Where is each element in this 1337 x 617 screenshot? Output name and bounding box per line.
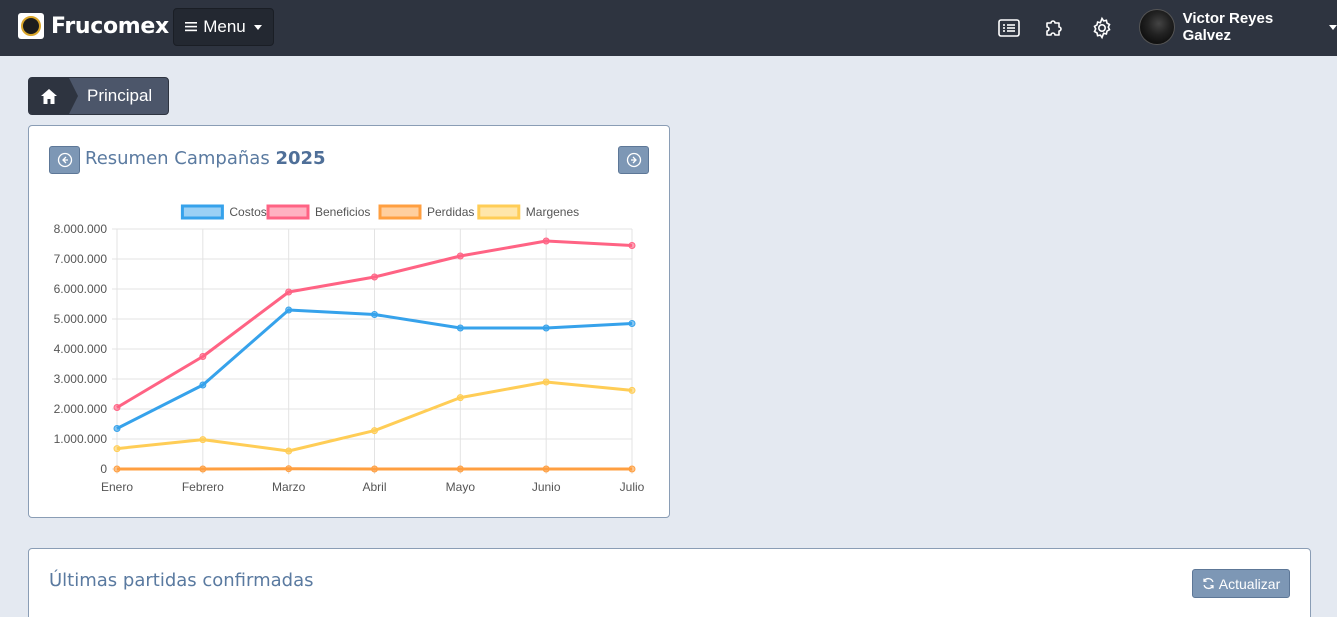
list-card-title: Últimas partidas confirmadas — [49, 570, 314, 591]
x-tick-label: Enero — [101, 480, 133, 494]
data-point — [113, 445, 121, 453]
y-tick-label: 3.000.000 — [54, 372, 108, 386]
y-tick-label: 4.000.000 — [54, 342, 108, 356]
home-icon[interactable] — [29, 78, 78, 114]
legend-swatch — [266, 204, 310, 220]
user-name: Victor Reyes Galvez — [1182, 10, 1274, 44]
x-tick-label: Julio — [620, 480, 645, 494]
avatar — [1139, 9, 1175, 45]
data-point — [199, 381, 207, 389]
top-navbar: Frucomex Menu Victor Reyes Galvez — [0, 0, 1337, 56]
data-point — [285, 288, 293, 296]
puzzle-icon[interactable] — [1043, 16, 1067, 40]
data-point — [542, 237, 550, 245]
data-point — [285, 465, 293, 473]
data-point — [113, 465, 121, 473]
data-point — [628, 386, 636, 394]
y-tick-label: 1.000.000 — [54, 432, 108, 446]
y-tick-label: 2.000.000 — [54, 402, 108, 416]
brand-logo-icon — [18, 13, 44, 39]
previous-year-button[interactable] — [49, 146, 80, 174]
data-point — [371, 465, 378, 473]
chart-title-text: Resumen Campañas — [85, 148, 270, 169]
brand-name: Frucomex — [51, 13, 169, 39]
menu-button[interactable]: Menu — [173, 8, 274, 46]
data-point — [628, 320, 636, 327]
chevron-down-icon — [253, 24, 262, 30]
x-tick-label: Febrero — [182, 480, 224, 494]
legend-label: Beneficios — [315, 205, 370, 219]
breadcrumb-current: Principal — [87, 86, 153, 105]
data-point — [456, 252, 464, 260]
data-point — [628, 242, 636, 249]
data-point — [542, 465, 550, 473]
legend-label: Costos — [229, 205, 266, 219]
data-point — [371, 273, 378, 281]
campaign-summary-card: Resumen Campañas 2025 8.000.000 7.000.000… — [28, 125, 670, 518]
data-point — [199, 436, 207, 444]
data-point — [456, 394, 464, 402]
breadcrumb: Principal — [28, 77, 169, 115]
data-point — [199, 465, 207, 473]
y-tick-label: 0 — [100, 462, 107, 476]
refresh-label: Actualizar — [1218, 575, 1281, 592]
legend-swatch — [378, 204, 422, 220]
data-point — [542, 378, 550, 386]
confirmed-shipments-card: Últimas partidas confirmadas Actualizar — [28, 548, 1311, 617]
data-point — [628, 465, 636, 473]
data-point — [542, 324, 550, 332]
x-tick-label: Mayo — [446, 480, 476, 494]
x-tick-label: Abril — [362, 480, 386, 494]
x-tick-label: Marzo — [272, 480, 306, 494]
user-menu[interactable]: Victor Reyes Galvez — [1139, 9, 1337, 45]
data-point — [371, 427, 378, 435]
chart-title-year: 2025 — [275, 148, 326, 169]
list-icon[interactable] — [997, 16, 1021, 40]
next-year-button[interactable] — [618, 146, 649, 174]
y-tick-label: 7.000.000 — [54, 252, 108, 266]
data-point — [456, 465, 464, 473]
y-tick-label: 6.000.000 — [54, 282, 108, 296]
data-point — [285, 447, 293, 455]
y-tick-label: 5.000.000 — [54, 312, 108, 326]
legend-swatch — [477, 204, 521, 220]
data-point — [113, 425, 121, 432]
data-point — [456, 324, 464, 332]
data-point — [371, 311, 378, 318]
arrow-right-circle-icon — [626, 152, 641, 168]
data-point — [199, 353, 207, 360]
brand[interactable]: Frucomex — [18, 13, 169, 39]
legend-label: Perdidas — [427, 205, 474, 219]
y-tick-label: 8.000.000 — [54, 222, 108, 236]
hamburger-icon — [185, 17, 198, 37]
chevron-down-icon — [1329, 24, 1337, 30]
refresh-icon — [1203, 577, 1214, 590]
arrow-left-circle-icon — [57, 152, 72, 168]
refresh-button[interactable]: Actualizar — [1192, 569, 1290, 598]
gear-icon[interactable] — [1090, 16, 1114, 40]
x-tick-label: Junio — [532, 480, 561, 494]
data-point — [113, 404, 121, 411]
legend-swatch — [180, 204, 224, 220]
chart-card-title: Resumen Campañas 2025 — [85, 148, 326, 169]
menu-label: Menu — [203, 17, 246, 36]
data-point — [285, 306, 293, 314]
legend-label: Margenes — [526, 205, 579, 219]
line-chart: 8.000.000 7.000.000 6.000.000 5.000.000 4.00… — [54, 204, 645, 494]
